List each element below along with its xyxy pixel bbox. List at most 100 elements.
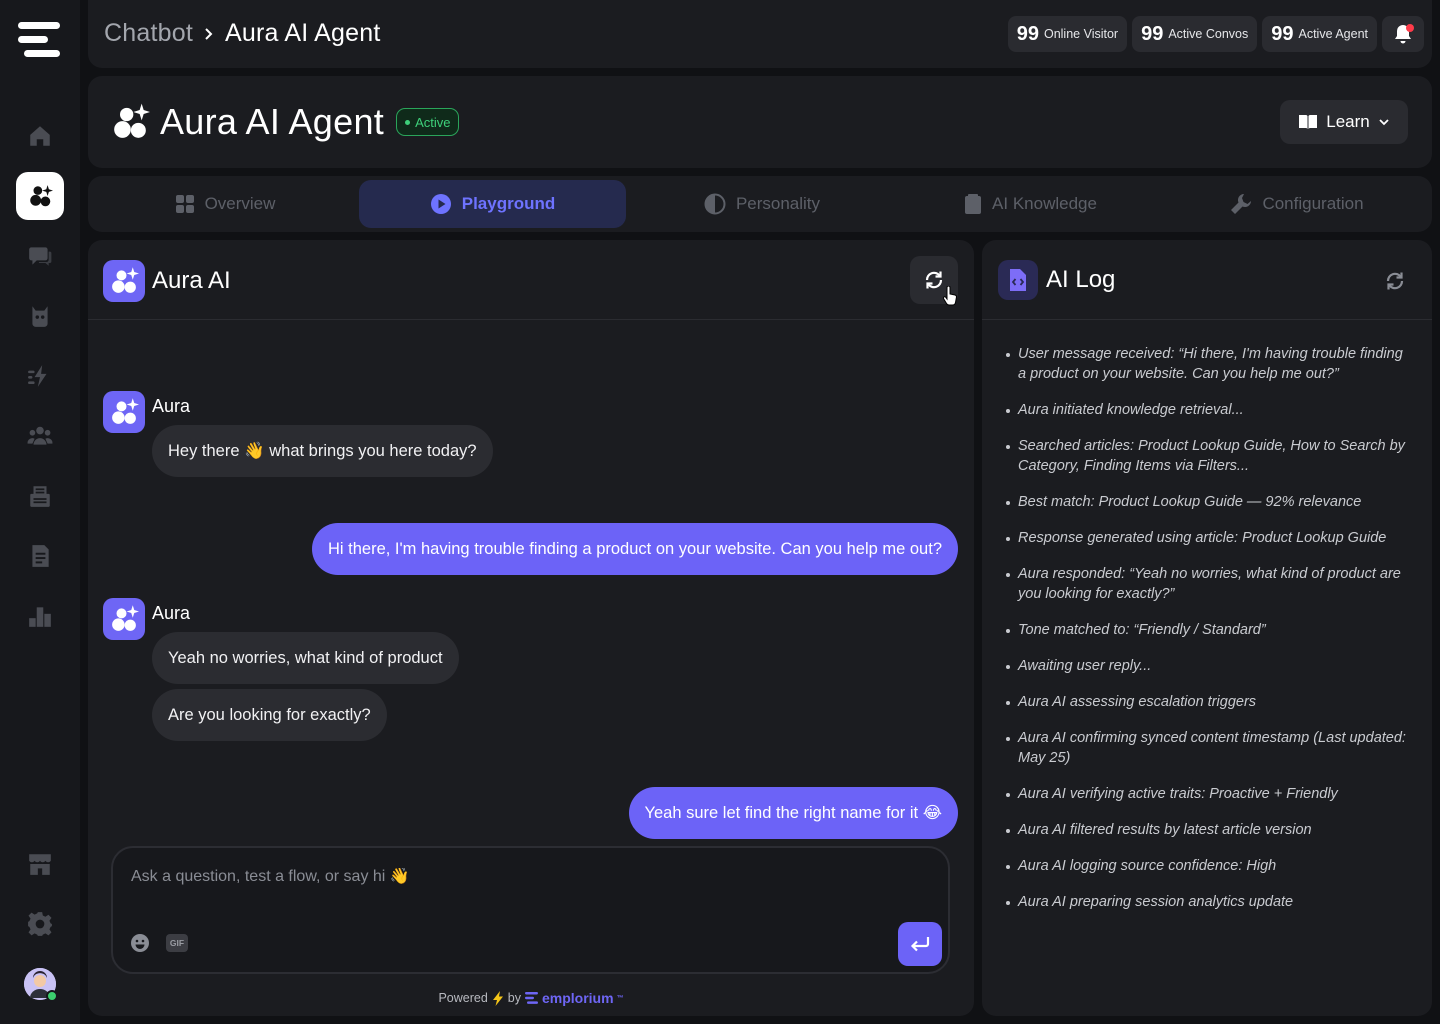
tab-overview[interactable]: Overview (96, 180, 354, 228)
message-composer: GIF (111, 846, 950, 974)
send-button[interactable] (898, 922, 942, 966)
status-label: Active (415, 114, 451, 130)
brand-logo[interactable]: emplorium ™ (524, 990, 624, 1006)
chat-panel-header: Aura AI (88, 240, 974, 320)
emplorium-logo-icon (524, 992, 538, 1004)
user-message-bubble: Hi there, I'm having trouble finding a p… (311, 523, 958, 575)
notifications-button[interactable] (1382, 16, 1424, 52)
wrench-icon (1231, 193, 1252, 214)
lightning-icon (492, 990, 503, 1006)
top-bar: Chatbot Aura AI Agent 99 Online Visitor … (88, 0, 1432, 68)
tab-ai-knowledge[interactable]: AI Knowledge (898, 180, 1163, 228)
tab-label: AI Knowledge (992, 194, 1097, 213)
powered-by-footer: Powered by emplorium ™ (88, 990, 974, 1006)
chat-panel: Aura AI Aura Hey there 👋 what brings you… (88, 240, 974, 1016)
log-entry: Aura responded: “Yeah no worries, what k… (1006, 564, 1411, 604)
nav-settings[interactable] (16, 900, 64, 948)
user-avatar[interactable] (24, 968, 58, 1002)
ai-log-panel: AI Log User message received: “Hi there,… (982, 240, 1432, 1016)
home-icon (30, 126, 50, 146)
stat-active-agent[interactable]: 99 Active Agent (1262, 16, 1377, 52)
nav-analytics[interactable] (16, 592, 64, 640)
nav-home[interactable] (16, 112, 64, 160)
chevron-down-icon (1379, 119, 1389, 126)
log-panel-header: AI Log (982, 240, 1432, 320)
tab-playground[interactable]: Playground (359, 180, 626, 228)
stat-value: 99 (1271, 22, 1294, 45)
analytics-icon (29, 607, 51, 627)
brand-trademark: ™ (616, 994, 624, 1002)
stat-active-convos[interactable]: 99 Active Convos (1132, 16, 1258, 52)
emoji-icon (131, 934, 149, 952)
powered-label: Powered (438, 991, 488, 1005)
log-list: User message received: “Hi there, I'm ha… (1006, 344, 1411, 928)
inbox-icon (30, 486, 50, 507)
aura-ai-icon (103, 260, 145, 302)
online-status-dot (46, 990, 58, 1002)
stat-label: Active Convos (1168, 27, 1249, 41)
breadcrumb: Chatbot Aura AI Agent (104, 19, 380, 48)
nav-store[interactable] (16, 840, 64, 888)
tab-configuration[interactable]: Configuration (1168, 180, 1426, 228)
tab-bar: Overview Playground Personality AI Knowl… (88, 176, 1432, 232)
learn-dropdown-button[interactable]: Learn (1280, 100, 1408, 144)
log-entry: Response generated using article: Produc… (1006, 528, 1411, 548)
log-entry: Aura AI preparing session analytics upda… (1006, 892, 1411, 912)
user-message-bubble: Yeah sure let find the right name for it… (628, 787, 958, 839)
gif-button[interactable]: GIF (166, 934, 188, 952)
log-entry: Awaiting user reply... (1006, 656, 1411, 676)
tab-personality[interactable]: Personality (631, 180, 893, 228)
bot-icon (32, 306, 48, 327)
refresh-log-button[interactable] (1384, 270, 1406, 292)
agent-title-group: Aura AI Agent Active (110, 101, 460, 143)
settings-icon (28, 912, 52, 936)
nav-bots[interactable] (16, 292, 64, 340)
nav-team[interactable] (16, 412, 64, 460)
log-title: AI Log (1046, 266, 1116, 293)
tab-label: Overview (204, 194, 276, 213)
message-input[interactable] (131, 868, 911, 886)
cursor-pointer-icon (942, 286, 957, 306)
nav-conversations[interactable] (16, 232, 64, 280)
nav-inbox[interactable] (16, 472, 64, 520)
agent-header: Aura AI Agent Active Learn (88, 76, 1432, 168)
chat-title: Aura AI (152, 267, 231, 294)
document-icon (32, 545, 49, 567)
chat-icon (29, 247, 52, 266)
message-sender: Aura (152, 603, 191, 623)
log-entry: Aura AI verifying active traits: Proacti… (1006, 784, 1411, 804)
emoji-button[interactable] (130, 933, 150, 953)
nav-automation[interactable] (16, 352, 64, 400)
chevron-right-icon (205, 27, 213, 40)
learn-label: Learn (1326, 112, 1370, 131)
bot-avatar (103, 391, 145, 433)
tab-label: Configuration (1262, 194, 1364, 213)
stat-value: 99 (1141, 22, 1164, 45)
nav-ai-agent[interactable] (16, 172, 64, 220)
chat-title-group: Aura AI (103, 260, 231, 302)
stat-online-visitor[interactable]: 99 Online Visitor (1007, 16, 1128, 52)
stat-label: Active Agent (1298, 27, 1369, 41)
log-entry: Aura AI confirming synced content timest… (1006, 728, 1411, 768)
nav-documents[interactable] (16, 532, 64, 580)
log-entry: Best match: Product Lookup Guide — 92% r… (1006, 492, 1411, 512)
status-dot (405, 119, 411, 125)
book-icon (1299, 115, 1318, 129)
log-entry: User message received: “Hi there, I'm ha… (1006, 344, 1411, 384)
automation-icon (28, 365, 47, 387)
log-title-group: AI Log (998, 260, 1115, 300)
stats-group: 99 Online Visitor 99 Active Convos 99 Ac… (1007, 16, 1424, 52)
page-title: Aura AI Agent (160, 101, 385, 142)
stat-label: Online Visitor (1043, 27, 1119, 41)
refresh-icon (1386, 272, 1404, 290)
ai-agent-icon (114, 103, 150, 138)
play-icon (430, 194, 451, 214)
log-entry: Aura initiated knowledge retrieval... (1006, 400, 1411, 420)
app-logo[interactable] (18, 20, 62, 60)
log-entry: Aura AI logging source confidence: High (1006, 856, 1411, 876)
log-entry: Aura AI assessing escalation triggers (1006, 692, 1411, 712)
team-icon (27, 426, 53, 445)
dashboard-icon (175, 195, 194, 213)
breadcrumb-parent[interactable]: Chatbot (104, 19, 193, 48)
ai-agent-icon (30, 185, 53, 207)
